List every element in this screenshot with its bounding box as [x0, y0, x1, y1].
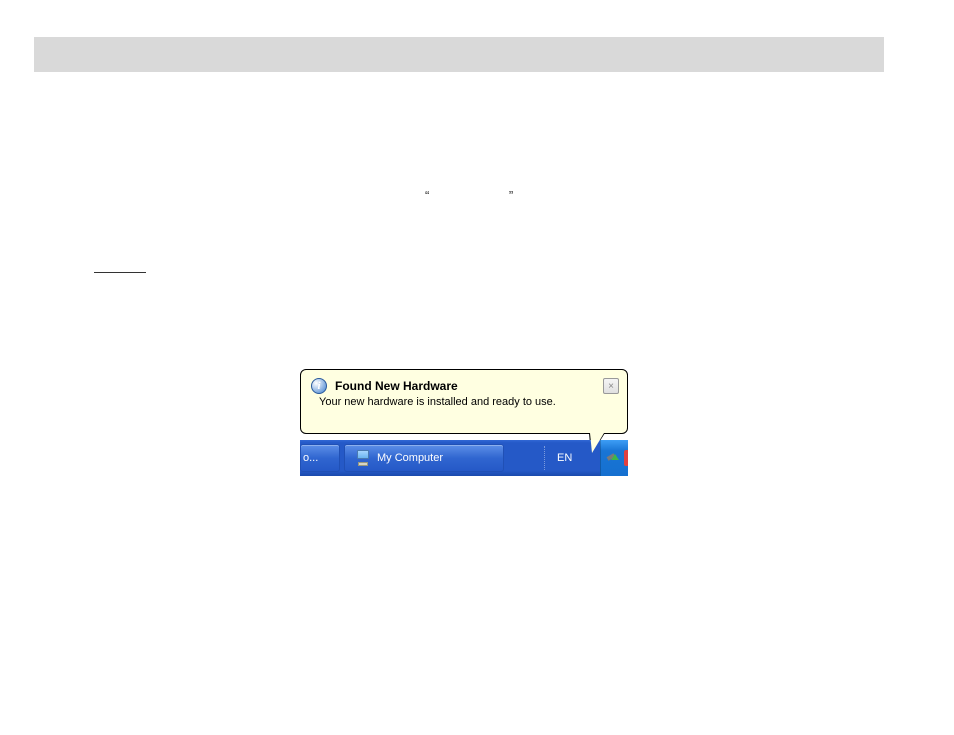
- quoted-text: “ ”: [425, 188, 513, 203]
- close-button[interactable]: ×: [603, 378, 619, 394]
- taskbar: o... My Computer EN: [300, 440, 628, 476]
- system-tray: [600, 440, 628, 476]
- quote-right: ”: [509, 188, 513, 203]
- balloon-tail-inner: [590, 433, 604, 453]
- safely-remove-hardware-icon[interactable]: [607, 450, 623, 466]
- language-indicator[interactable]: EN: [545, 452, 584, 464]
- computer-icon: [355, 450, 371, 466]
- info-icon: i: [311, 378, 327, 394]
- taskbar-item-partial[interactable]: o...: [300, 444, 340, 472]
- underline-text: [94, 272, 146, 273]
- taskbar-item-partial-label: o...: [303, 452, 318, 464]
- notification-balloon: i Found New Hardware × Your new hardware…: [300, 369, 628, 434]
- taskbar-item-label: My Computer: [377, 452, 443, 464]
- quote-left: “: [425, 188, 429, 203]
- balloon-message: Your new hardware is installed and ready…: [301, 396, 627, 416]
- taskbar-item-my-computer[interactable]: My Computer: [344, 444, 504, 472]
- header-bar: [34, 37, 884, 72]
- balloon-title: Found New Hardware: [335, 379, 458, 393]
- close-icon: ×: [608, 381, 614, 392]
- found-new-hardware-screenshot: i Found New Hardware × Your new hardware…: [300, 369, 628, 476]
- tray-edge-icon: [624, 450, 628, 466]
- balloon-header: i Found New Hardware ×: [301, 370, 627, 396]
